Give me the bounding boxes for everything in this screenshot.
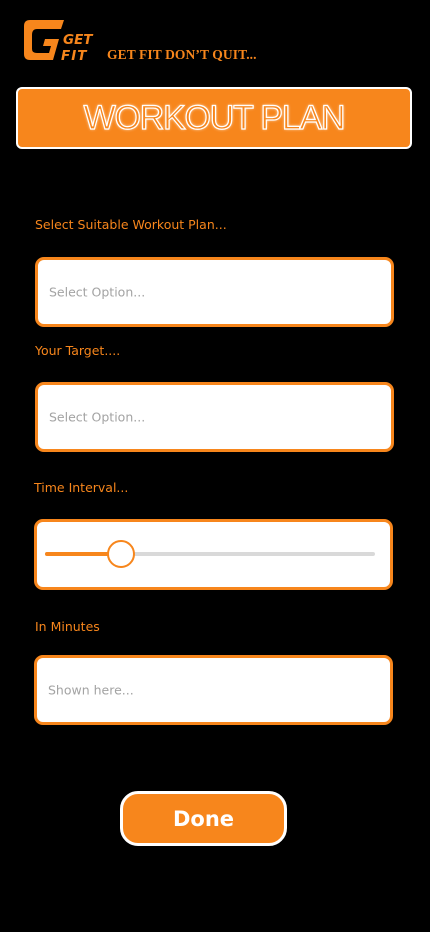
page-title-banner: WORKOUT PLAN — [16, 87, 412, 149]
logo-text-get: GET — [63, 32, 94, 48]
time-interval-slider-thumb[interactable] — [107, 540, 135, 568]
target-placeholder: Select Option... — [49, 409, 146, 425]
tagline: GET FIT DON’T QUIT... — [107, 47, 257, 62]
minutes-placeholder: Shown here... — [48, 682, 134, 698]
target-label: Your Target.... — [35, 343, 121, 358]
get-fit-logo-icon: GET FIT — [24, 20, 94, 64]
minutes-field[interactable]: Shown here... — [34, 655, 393, 725]
workout-plan-label: Select Suitable Workout Plan... — [35, 217, 227, 232]
time-interval-slider-box — [34, 519, 393, 590]
logo-text-fit: FIT — [61, 48, 88, 64]
done-button[interactable]: Done — [120, 791, 287, 846]
minutes-label: In Minutes — [35, 619, 100, 634]
app-header: GET FIT GET FIT DON’T QUIT... — [22, 18, 412, 64]
target-select[interactable]: Select Option... — [35, 382, 394, 452]
time-interval-slider-track[interactable] — [45, 552, 375, 556]
time-interval-label: Time Interval... — [34, 480, 129, 495]
workout-plan-placeholder: Select Option... — [49, 284, 146, 300]
page-title: WORKOUT PLAN — [83, 98, 346, 137]
workout-plan-select[interactable]: Select Option... — [35, 257, 394, 327]
time-interval-slider-fill — [45, 552, 111, 556]
